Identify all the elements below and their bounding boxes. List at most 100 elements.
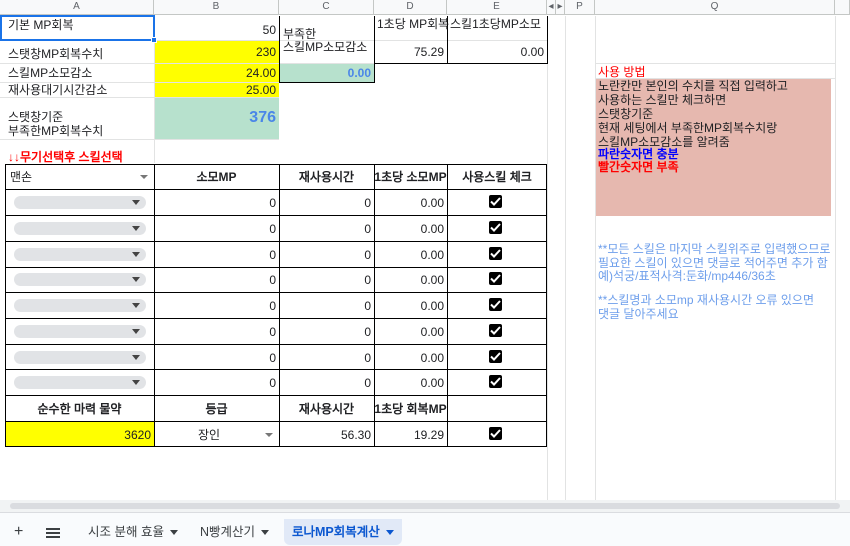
skill-checkbox[interactable]	[489, 375, 502, 388]
header-potion: 순수한 마력 물약	[37, 402, 122, 416]
skill-cooldown[interactable]: 0	[279, 273, 374, 287]
skill-mp-cost[interactable]: 0	[154, 248, 279, 262]
chevron-down-icon[interactable]	[140, 175, 148, 179]
skill-checkbox[interactable]	[489, 350, 502, 363]
result-lacking-mp[interactable]: 376	[154, 109, 279, 127]
chevron-down-icon[interactable]	[265, 433, 273, 437]
col-header-p[interactable]: P	[565, 0, 595, 15]
tab-sheet-1[interactable]: 시조 분해 효율	[80, 519, 186, 545]
input-potion-amount[interactable]: 3620	[5, 428, 154, 442]
skill-cooldown[interactable]: 0	[279, 248, 374, 262]
skill-mp-cost[interactable]: 0	[154, 273, 279, 287]
skill-mp-cost[interactable]: 0	[154, 325, 279, 339]
label-stat-basis: 스탯창기준	[8, 110, 64, 124]
label-skill-mp-reduce: 스킬MP소모감소	[283, 40, 368, 54]
col-collapse-right[interactable]: ▸	[556, 0, 565, 15]
value-base-mp[interactable]: 50	[154, 23, 279, 37]
skill-cooldown[interactable]: 0	[279, 376, 374, 390]
col-header-c[interactable]: C	[279, 0, 374, 15]
skill-cooldown[interactable]: 0	[279, 299, 374, 313]
chevron-down-icon	[132, 329, 140, 334]
skill-select[interactable]	[14, 196, 146, 209]
skill-mp-per-sec[interactable]: 0.00	[374, 273, 447, 287]
input-mp-reduce[interactable]: 24.00	[154, 66, 279, 80]
skill-checkbox[interactable]	[489, 221, 502, 234]
skill-select[interactable]	[14, 325, 146, 338]
skill-cooldown[interactable]: 0	[279, 351, 374, 365]
col-header-q[interactable]: Q	[595, 0, 835, 15]
value-skill-mp-sec[interactable]: 0.00	[447, 45, 547, 59]
skill-select[interactable]	[14, 222, 146, 235]
input-stat-mp[interactable]: 230	[154, 45, 279, 59]
notes-title: 사용 방법	[598, 65, 646, 79]
grade-select[interactable]: 장인	[198, 428, 220, 442]
col-header-b[interactable]: B	[154, 0, 279, 15]
skill-select[interactable]	[14, 376, 146, 389]
skill-checkbox[interactable]	[489, 247, 502, 260]
label-cd-reduce: 재사용대기시간감소	[8, 83, 108, 97]
skill-mp-per-sec[interactable]: 0.00	[374, 222, 447, 236]
horizontal-scrollbar[interactable]	[0, 500, 850, 512]
spreadsheet-grid[interactable]: A B C D E ◂ ▸ P Q 기본 MP회복 50 스탯창MP회복수치 2…	[0, 0, 850, 512]
skill-mp-per-sec[interactable]: 0.00	[374, 299, 447, 313]
col-header-a[interactable]: A	[0, 0, 154, 15]
sheet-tab-bar: + 시조 분해 효율 N빵계산기 로나MP회복계산	[0, 512, 850, 546]
skill-mp-per-sec[interactable]: 0.00	[374, 325, 447, 339]
skill-checkbox[interactable]	[489, 272, 502, 285]
skill-mp-cost[interactable]: 0	[154, 376, 279, 390]
chevron-down-icon	[132, 200, 140, 205]
skill-mp-cost[interactable]: 0	[154, 222, 279, 236]
chevron-down-icon	[132, 303, 140, 308]
skill-select[interactable]	[14, 299, 146, 312]
skill-cooldown[interactable]: 0	[279, 325, 374, 339]
header-mp-cost: 소모MP	[196, 170, 237, 184]
note-report-error: 댓글 달아주세요	[598, 307, 679, 321]
weapon-select[interactable]: 맨손	[10, 170, 32, 184]
col-header-r[interactable]	[835, 0, 850, 15]
notes-line: 노란칸만 본인의 수치를 직접 입력하고	[598, 79, 788, 93]
skill-mp-per-sec[interactable]: 0.00	[374, 376, 447, 390]
notes-line: 현재 세팅에서 부족한MP회복수치랑	[598, 121, 778, 135]
header-cooldown: 재사용시간	[298, 170, 355, 184]
chevron-down-icon	[132, 380, 140, 385]
chevron-down-icon	[385, 530, 394, 536]
fill-handle[interactable]	[151, 37, 157, 43]
potion-checkbox[interactable]	[489, 427, 502, 440]
skill-cooldown[interactable]: 0	[279, 196, 374, 210]
skill-cooldown[interactable]: 0	[279, 222, 374, 236]
tab-sheet-2[interactable]: N빵계산기	[192, 519, 277, 545]
skill-select[interactable]	[14, 351, 146, 364]
notes-blue-meaning: 파란숫자면 충분	[598, 147, 679, 161]
scroll-thumb[interactable]	[10, 503, 840, 509]
col-collapse-left[interactable]: ◂	[547, 0, 556, 15]
tab-sheet-3-active[interactable]: 로나MP회복계산	[284, 519, 402, 545]
skill-checkbox[interactable]	[489, 298, 502, 311]
note-add-skill: 필요한 스킬이 있으면 댓글로 적어주면 추가 함	[598, 256, 828, 270]
add-sheet-icon[interactable]: +	[6, 519, 31, 545]
skill-mp-per-sec[interactable]: 0.00	[374, 248, 447, 262]
value-potion-regen[interactable]: 19.29	[374, 428, 447, 442]
skill-select[interactable]	[14, 273, 146, 286]
skill-checkbox[interactable]	[489, 195, 502, 208]
skill-mp-cost[interactable]: 0	[154, 299, 279, 313]
col-header-e[interactable]: E	[447, 0, 547, 15]
skill-mp-per-sec[interactable]: 0.00	[374, 196, 447, 210]
skill-mp-cost[interactable]: 0	[154, 351, 279, 365]
notes-line: 사용하는 스킬만 체크하면	[598, 93, 727, 107]
input-cd-reduce[interactable]: 25.00	[154, 83, 279, 97]
header-mp-per-sec: 1초당 소모MP	[374, 170, 447, 184]
chevron-down-icon	[132, 355, 140, 360]
header-potion-cooldown: 재사용시간	[298, 402, 355, 416]
skill-mp-cost[interactable]: 0	[154, 196, 279, 210]
value-mp-regen-sec[interactable]: 75.29	[374, 45, 447, 59]
all-sheets-icon[interactable]	[38, 519, 68, 545]
skill-checkbox[interactable]	[489, 324, 502, 337]
header-grade: 등급	[205, 402, 228, 416]
label-base-mp: 기본 MP회복	[8, 18, 74, 32]
col-header-d[interactable]: D	[374, 0, 447, 15]
skill-mp-per-sec[interactable]: 0.00	[374, 351, 447, 365]
label-mp-reduce: 스킬MP소모감소	[8, 66, 93, 80]
skill-select[interactable]	[14, 248, 146, 261]
result-mp-reduce[interactable]: 0.00	[279, 66, 374, 80]
value-potion-cooldown[interactable]: 56.30	[279, 428, 374, 442]
